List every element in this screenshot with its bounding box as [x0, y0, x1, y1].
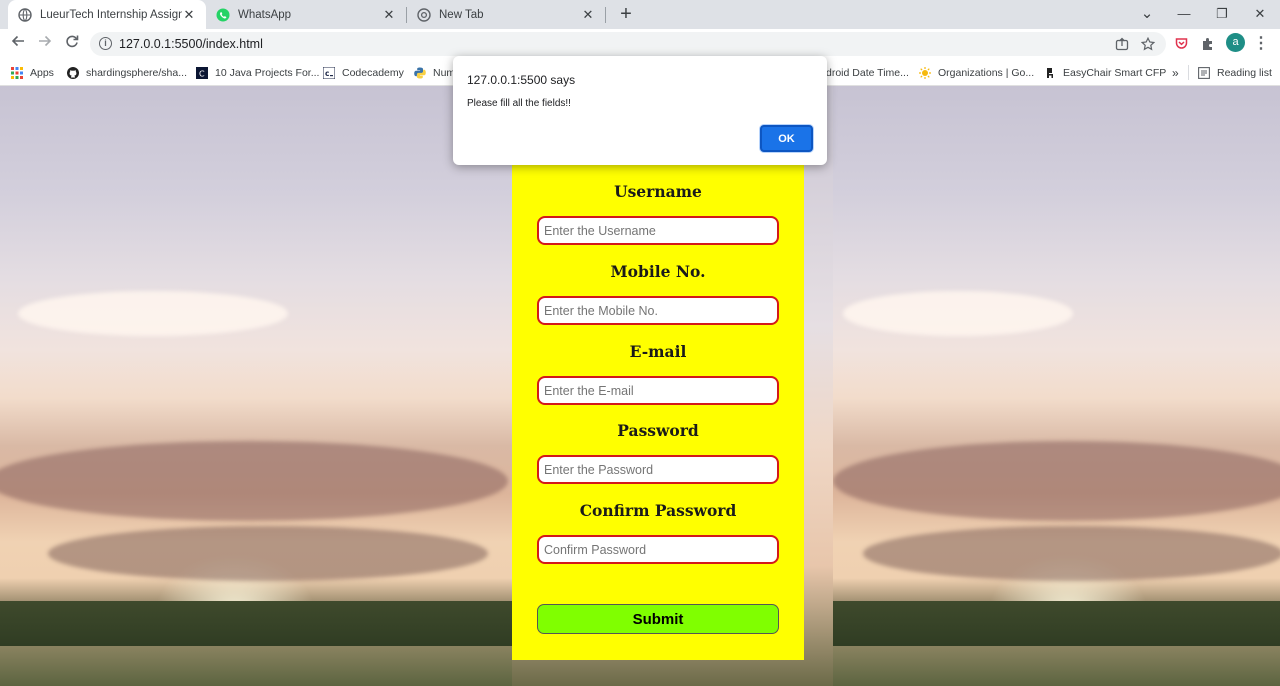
browser-toolbar: i 127.0.0.1:5500/index.html ⋮: [0, 29, 1280, 59]
back-arrow-icon: [11, 35, 24, 47]
python-icon: [414, 67, 426, 78]
bookmark-java-projects[interactable]: C 10 Java Projects For...: [196, 64, 319, 81]
bookmark-label: EasyChair Smart CFP: [1063, 66, 1167, 79]
background-image: [833, 86, 1280, 686]
tab-label: LueurTech Internship Assignment: [40, 8, 182, 21]
cloud: [833, 441, 1280, 521]
dialog-title: 127.0.0.1:5500 says: [467, 73, 576, 87]
pocket-extension-icon[interactable]: [1175, 37, 1188, 50]
reading-list-icon: [1198, 66, 1210, 79]
address-bar[interactable]: i 127.0.0.1:5500/index.html: [90, 32, 1166, 56]
bookmark-easychair[interactable]: EasyChair Smart CFP: [1044, 64, 1166, 81]
svg-text:c: c: [325, 69, 329, 78]
apps-grid-icon: [11, 66, 23, 79]
bookmarks-divider: [1188, 65, 1189, 80]
bookmark-num[interactable]: Num: [414, 64, 455, 81]
tab-label: New Tab: [439, 8, 484, 21]
tab-search-icon[interactable]: ⌄: [1128, 0, 1166, 29]
cloud: [48, 526, 488, 581]
codecademy-icon: c: [323, 66, 335, 79]
email-label: E-mail: [629, 342, 687, 361]
confirm-password-label: Confirm Password: [579, 501, 737, 520]
treeline: [833, 601, 1280, 651]
username-input[interactable]: [537, 216, 779, 245]
extensions-puzzle-icon[interactable]: [1201, 37, 1215, 51]
close-tab-icon[interactable]: ✕: [382, 7, 396, 23]
bookmark-organizations[interactable]: Organizations | Go...: [919, 64, 1034, 81]
reload-icon: [66, 35, 79, 48]
mobile-label: Mobile No.: [610, 262, 706, 281]
menu-kebab-icon[interactable]: ⋮: [1250, 33, 1272, 55]
dialog-message: Please fill all the fields!!: [467, 98, 571, 109]
cloud: [863, 526, 1280, 581]
bookmark-apps[interactable]: Apps: [11, 64, 54, 81]
lake-shore: [0, 646, 512, 686]
close-tab-icon[interactable]: ✕: [182, 7, 196, 23]
easychair-icon: [1047, 67, 1053, 78]
share-icon[interactable]: [1115, 37, 1129, 51]
bookmark-label: droid Date Time...: [826, 66, 909, 79]
tab-label: WhatsApp: [238, 8, 292, 21]
reload-button[interactable]: [61, 33, 83, 55]
tab-new-tab[interactable]: New Tab ✕: [407, 0, 605, 29]
sun-icon: [919, 66, 931, 79]
bookmark-label: Organizations | Go...: [938, 66, 1035, 79]
cloud: [843, 291, 1073, 336]
bookmark-codecademy[interactable]: c Codecademy: [323, 64, 404, 81]
whatsapp-icon: [216, 8, 230, 21]
cloud: [18, 291, 288, 336]
codeforces-icon: C: [196, 66, 208, 79]
alert-dialog: 127.0.0.1:5500 says Please fill all the …: [453, 56, 827, 165]
close-tab-icon[interactable]: ✕: [581, 7, 595, 23]
registration-form: Username Mobile No. E-mail Password Conf…: [512, 164, 804, 660]
bookmark-label: Apps: [30, 66, 54, 79]
back-button[interactable]: [7, 33, 29, 55]
confirm-password-input[interactable]: [537, 535, 779, 564]
dialog-ok-button[interactable]: OK: [760, 125, 813, 152]
new-tab-button[interactable]: +: [615, 3, 637, 25]
bookmark-shardingsphere[interactable]: shardingsphere/sha...: [67, 64, 187, 81]
tab-whatsapp[interactable]: WhatsApp ✕: [206, 0, 406, 29]
bookmarks-overflow-button[interactable]: »: [1172, 64, 1179, 81]
bookmark-android-date-time[interactable]: droid Date Time...: [826, 64, 909, 81]
background-image: [0, 86, 512, 686]
submit-button[interactable]: Submit: [537, 604, 779, 634]
restore-button[interactable]: ❐: [1203, 0, 1241, 29]
forward-button[interactable]: [34, 33, 56, 55]
tab-strip: LueurTech Internship Assignment ✕ WhatsA…: [0, 0, 1280, 29]
email-input[interactable]: [537, 376, 779, 405]
profile-avatar[interactable]: a: [1226, 33, 1245, 52]
password-input[interactable]: [537, 455, 779, 484]
bookmark-star-icon[interactable]: [1141, 37, 1155, 51]
chrome-icon: [417, 7, 431, 22]
svg-text:C: C: [199, 69, 205, 78]
window-close-button[interactable]: ✕: [1241, 0, 1279, 29]
minimize-button[interactable]: —: [1165, 0, 1203, 29]
bookmark-label: Codecademy: [342, 66, 404, 79]
tab-separator: [605, 7, 606, 23]
username-label: Username: [614, 182, 702, 201]
lake-shore: [833, 646, 1280, 686]
site-info-icon[interactable]: i: [99, 37, 112, 50]
reading-list-button[interactable]: Reading list: [1198, 64, 1272, 81]
page-viewport: Username Mobile No. E-mail Password Conf…: [0, 86, 1280, 686]
forward-arrow-icon: [39, 35, 52, 47]
bookmark-label: 10 Java Projects For...: [215, 66, 320, 79]
password-label: Password: [617, 421, 699, 440]
cloud: [0, 441, 508, 521]
address-url: 127.0.0.1:5500/index.html: [119, 37, 263, 51]
bookmark-label: shardingsphere/sha...: [86, 66, 187, 79]
github-icon: [67, 66, 79, 79]
bookmark-label: Num: [433, 66, 456, 79]
treeline: [0, 601, 512, 651]
mobile-input[interactable]: [537, 296, 779, 325]
bookmark-label: Reading list: [1217, 66, 1272, 79]
tab-lueurtech[interactable]: LueurTech Internship Assignment ✕: [8, 0, 206, 29]
globe-icon: [18, 7, 32, 22]
